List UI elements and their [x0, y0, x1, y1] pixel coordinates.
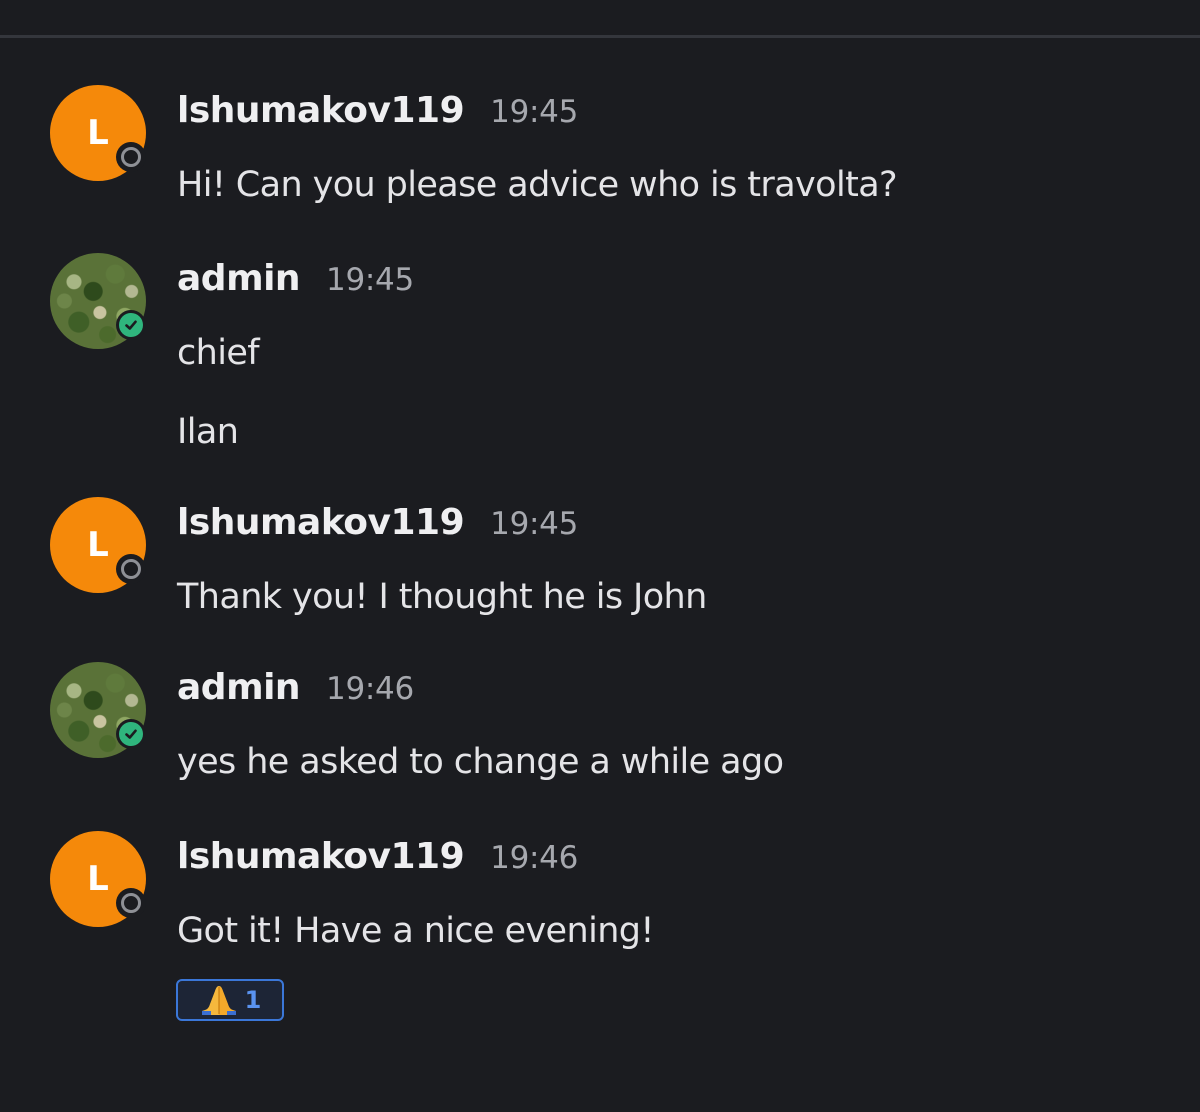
message-author[interactable]: admin: [177, 258, 301, 299]
avatar[interactable]: L: [50, 831, 146, 927]
message-text: chief: [177, 333, 260, 373]
status-online-icon: [116, 310, 146, 340]
message-timestamp: 19:45: [490, 506, 578, 542]
avatar[interactable]: [50, 662, 146, 758]
message-timestamp: 19:46: [326, 671, 414, 707]
message-author[interactable]: lshumakov119: [177, 502, 465, 543]
header-divider: [0, 35, 1200, 38]
avatar[interactable]: L: [50, 497, 146, 593]
message-text: Hi! Can you please advice who is travolt…: [177, 165, 898, 205]
message-timestamp: 19:45: [326, 262, 414, 298]
chat-window: L lshumakov119 19:45 Hi! Can you please …: [0, 0, 1200, 1112]
reaction-count: 1: [244, 986, 262, 1014]
message-header: lshumakov119 19:46: [177, 836, 578, 884]
message-timestamp: 19:45: [490, 94, 578, 130]
message-header: lshumakov119 19:45: [177, 90, 578, 138]
message-timestamp: 19:46: [490, 840, 578, 876]
avatar[interactable]: [50, 253, 146, 349]
status-offline-icon: [116, 888, 146, 918]
avatar[interactable]: L: [50, 85, 146, 181]
message-author[interactable]: admin: [177, 667, 301, 708]
message-text: Got it! Have a nice evening!: [177, 911, 654, 951]
check-icon: [125, 320, 137, 330]
message-header: lshumakov119 19:45: [177, 502, 578, 550]
check-icon: [125, 729, 137, 739]
message-text: Ilan: [177, 412, 239, 452]
message-author[interactable]: lshumakov119: [177, 90, 465, 131]
message-author[interactable]: lshumakov119: [177, 836, 465, 877]
folded-hands-icon: [201, 986, 236, 1015]
status-offline-icon: [116, 554, 146, 584]
reaction-button[interactable]: 1: [176, 979, 284, 1021]
message-header: admin 19:45: [177, 258, 414, 306]
status-online-icon: [116, 719, 146, 749]
status-offline-icon: [116, 142, 146, 172]
message-text: yes he asked to change a while ago: [177, 742, 784, 782]
message-header: admin 19:46: [177, 667, 414, 715]
message-text: Thank you! I thought he is John: [177, 577, 707, 617]
